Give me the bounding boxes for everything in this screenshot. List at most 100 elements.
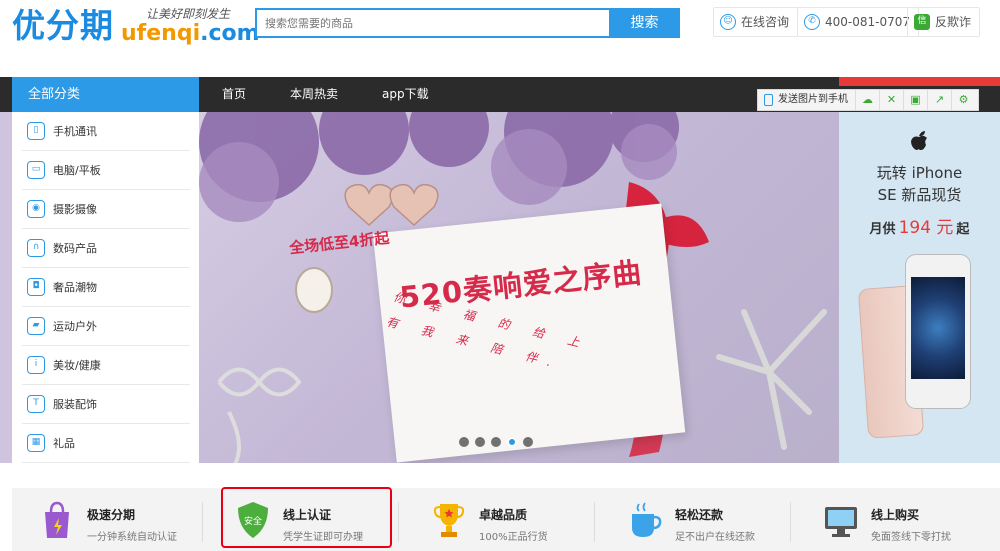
nav-app-download[interactable]: app下载 bbox=[382, 77, 429, 112]
info-icon: i bbox=[27, 356, 45, 374]
pendant-icon bbox=[295, 267, 333, 313]
promo-line-1: 玩转 iPhone bbox=[876, 164, 963, 182]
feature-item: 极速分期一分钟系统自动认证 bbox=[12, 488, 208, 551]
category-item[interactable]: ▰ 运动户外 bbox=[22, 307, 190, 346]
mobile-icon: ▯ bbox=[27, 122, 45, 140]
feature-description: 一分钟系统自动认证 bbox=[87, 532, 177, 543]
save-icon[interactable]: ▣ bbox=[903, 90, 927, 110]
category-item[interactable]: ▦ 礼品 bbox=[22, 424, 190, 463]
category-label: 礼品 bbox=[53, 437, 75, 450]
feature-item: 线上购买免面签线下零打扰 bbox=[796, 488, 992, 551]
feature-title: 卓越品质 bbox=[479, 508, 528, 522]
iphone-screen bbox=[911, 277, 965, 379]
nav-weekly-hot[interactable]: 本周热卖 bbox=[290, 77, 338, 112]
all-categories-button[interactable]: 全部分类 bbox=[12, 77, 199, 112]
feature-title: 线上购买 bbox=[871, 508, 920, 522]
category-label: 电脑/平板 bbox=[53, 164, 101, 177]
feature-title: 极速分期 bbox=[87, 508, 136, 522]
hero-banner[interactable]: 全场低至4折起 520奏响爱之序曲 你 幸 福 的 给 上 有 我 来 陪 伴. bbox=[199, 112, 839, 463]
cup-icon bbox=[627, 500, 663, 540]
feature-item: 轻松还款足不出户在线还款 bbox=[600, 488, 796, 551]
category-item[interactable]: i 美妆/健康 bbox=[22, 346, 190, 385]
category-label: 美妆/健康 bbox=[53, 359, 101, 372]
category-item[interactable]: ▭ 电脑/平板 bbox=[22, 151, 190, 190]
feature-divider bbox=[594, 502, 595, 542]
category-label: 数码产品 bbox=[53, 242, 97, 255]
search-bar: 搜索 bbox=[255, 8, 680, 38]
features-bar: 极速分期 一分钟系统自动认证 安全 线上认证 凭学生证即可办理 卓越品质 100%正品行货轻… bbox=[12, 488, 1000, 551]
sneaker-icon: ▰ bbox=[27, 317, 45, 335]
category-label: 摄影摄像 bbox=[53, 203, 97, 216]
expand-icon[interactable]: ✕ bbox=[879, 90, 903, 110]
feature-divider bbox=[202, 502, 203, 542]
carousel-dot[interactable] bbox=[507, 437, 517, 447]
monitor-icon bbox=[823, 500, 859, 540]
feature-description: 足不出户在线还款 bbox=[675, 532, 755, 543]
category-label: 手机通讯 bbox=[53, 125, 97, 138]
category-item[interactable]: T 服装配饰 bbox=[22, 385, 190, 424]
logo-en-tld: .com bbox=[200, 21, 260, 46]
settings-gear-icon[interactable]: ⚙ bbox=[951, 90, 975, 110]
computer-icon: ▭ bbox=[27, 161, 45, 179]
phone-icon: ✆ bbox=[804, 14, 820, 30]
infinity-necklace-icon bbox=[217, 367, 302, 397]
logo-english: ufenqi.com bbox=[121, 20, 260, 48]
promo-monthly-suffix: 起 bbox=[956, 222, 970, 237]
phone-icon bbox=[764, 94, 773, 106]
trophy-icon bbox=[431, 500, 467, 540]
promo-line-2: SE 新品现货 bbox=[877, 186, 962, 204]
online-consult-label: 在线咨询 bbox=[741, 15, 790, 29]
feature-divider bbox=[790, 502, 791, 542]
logo-chinese: 优分期 bbox=[12, 6, 114, 45]
headphones-icon: ∩ bbox=[27, 239, 45, 257]
send-to-phone-button[interactable]: 发送图片到手机 bbox=[758, 90, 855, 110]
feature-item: 卓越品质 100%正品行货 bbox=[404, 488, 600, 551]
gift-icon: ▦ bbox=[27, 434, 45, 452]
category-label: 运动户外 bbox=[53, 320, 97, 333]
carousel-dot[interactable] bbox=[475, 437, 485, 447]
nav-accent-strip bbox=[839, 77, 1000, 86]
category-item[interactable]: ◘ 奢品潮物 bbox=[22, 268, 190, 307]
apple-logo-icon bbox=[911, 131, 927, 150]
earring-icon bbox=[344, 183, 439, 227]
chat-icon: ☺ bbox=[720, 14, 736, 30]
carousel-dots bbox=[459, 437, 539, 449]
highlight-annotation-box bbox=[221, 487, 392, 548]
camera-icon: ◉ bbox=[27, 200, 45, 218]
share-icon[interactable]: ↗ bbox=[927, 90, 951, 110]
carousel-dot[interactable] bbox=[491, 437, 501, 447]
shirt-icon: T bbox=[27, 395, 45, 413]
anti-fraud-button[interactable]: 信 反欺诈 bbox=[907, 7, 981, 37]
feature-divider bbox=[398, 502, 399, 542]
online-consult-button[interactable]: ☺ 在线咨询 bbox=[713, 7, 799, 37]
cloud-icon[interactable]: ☁ bbox=[855, 90, 879, 110]
promo-price: 194 元 bbox=[898, 218, 954, 238]
hotline-button[interactable]: ✆ 400-081-0707 bbox=[797, 7, 920, 37]
site-logo[interactable]: 优分期 让美好即刻发生 ufenqi.com bbox=[12, 6, 260, 50]
promo-monthly: 月供 194 元起 bbox=[839, 213, 1000, 238]
anti-fraud-label: 反欺诈 bbox=[935, 15, 972, 29]
nav-home[interactable]: 首页 bbox=[222, 77, 246, 112]
logo-en-main: ufenqi bbox=[121, 21, 201, 46]
starfish-icon bbox=[716, 309, 827, 450]
category-label: 奢品潮物 bbox=[53, 281, 97, 294]
category-item[interactable]: ▯ 手机通讯 bbox=[22, 112, 190, 151]
hotline-number: 400-081-0707 bbox=[825, 15, 911, 29]
carousel-dot[interactable] bbox=[523, 437, 533, 447]
category-item[interactable]: ◉ 摄影摄像 bbox=[22, 190, 190, 229]
feature-description: 免面签线下零打扰 bbox=[871, 532, 951, 543]
feature-title: 轻松还款 bbox=[675, 508, 724, 522]
site-header: 优分期 让美好即刻发生 ufenqi.com 搜索 ☺ 在线咨询 ✆ 400-0… bbox=[0, 0, 1000, 77]
bag-icon: ◘ bbox=[27, 278, 45, 296]
iphone-front-image bbox=[905, 254, 971, 409]
promo-monthly-prefix: 月供 bbox=[869, 222, 896, 237]
search-input[interactable] bbox=[255, 8, 611, 38]
shopping-bag-icon bbox=[39, 500, 75, 540]
send-to-phone-label: 发送图片到手机 bbox=[778, 94, 848, 105]
image-toolbar: 发送图片到手机 ☁ ✕ ▣ ↗ ⚙ bbox=[757, 89, 979, 111]
carousel-dot[interactable] bbox=[459, 437, 469, 447]
search-button[interactable]: 搜索 bbox=[609, 8, 680, 38]
category-item[interactable]: ∩ 数码产品 bbox=[22, 229, 190, 268]
iphone-se-promo[interactable]: 玩转 iPhone SE 新品现货 月供 194 元起 bbox=[839, 112, 1000, 463]
category-label: 服装配饰 bbox=[53, 398, 97, 411]
